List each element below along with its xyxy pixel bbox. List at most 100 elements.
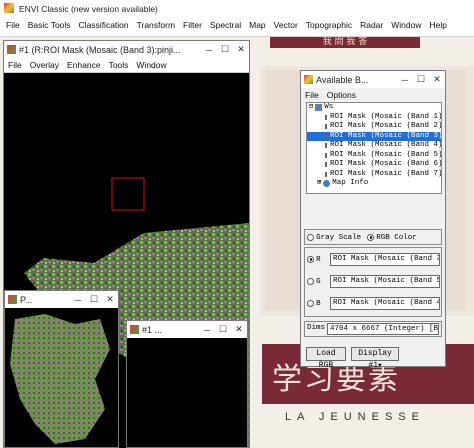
display-titlebar: #1 (R:ROI Mask (Mosaic (Band 3):pinji...… <box>4 41 249 58</box>
menu-help[interactable]: Help <box>425 20 450 30</box>
channel-r-field[interactable]: ROI Mask (Mosaic (Band 3):pi <box>330 253 440 266</box>
display-menu-file[interactable]: File <box>4 60 26 70</box>
band-item[interactable]: ROI Mask (Mosaic (Band 6):p <box>307 160 441 170</box>
rgb-color-radio[interactable] <box>367 233 375 241</box>
channel-r-radio[interactable] <box>307 255 314 263</box>
file-icon <box>315 104 323 112</box>
display-menu-tools[interactable]: Tools <box>105 60 133 70</box>
channel-g-radio[interactable] <box>307 277 314 285</box>
load-rgb-button[interactable]: Load RGB <box>306 347 346 370</box>
menu-filter[interactable]: Filter <box>179 20 206 30</box>
globe-icon <box>323 180 331 188</box>
bands-window-title: Available B... <box>316 74 369 85</box>
band-label: ROI Mask (Mosaic (Band 4):p <box>330 141 442 149</box>
menu-file[interactable]: File <box>4 20 24 30</box>
band-icon <box>325 124 327 130</box>
channel-g-label: G <box>316 278 321 286</box>
chinese-heading-top: 我 問 我 答 <box>322 37 368 47</box>
map-info-item[interactable]: ⊞ Map Info <box>307 179 441 189</box>
maximize-icon[interactable]: ☐ <box>217 44 233 55</box>
bands-menu-file[interactable]: File <box>301 90 323 100</box>
display-window-title: #1 (R:ROI Mask (Mosaic (Band 3):pinji... <box>19 44 181 55</box>
band-icon <box>325 171 327 177</box>
channel-g-field[interactable]: ROI Mask (Mosaic (Band 5):pi <box>330 275 440 288</box>
menu-topographic[interactable]: Topographic <box>302 20 356 30</box>
display-menu-enhance[interactable]: Enhance <box>63 60 105 70</box>
scroll-window-icon <box>8 295 17 304</box>
dims-row: Dims 4704 x 6667 (Integer) [BIL] <box>304 321 442 337</box>
overview-image[interactable] <box>5 309 118 448</box>
display-menubar: File Overlay Enhance Tools Window <box>4 58 249 73</box>
band-item[interactable]: ROI Mask (Mosaic (Band 4):p <box>307 141 441 151</box>
map-info-label: Map Info <box>332 179 369 187</box>
display-window-icon <box>7 45 16 54</box>
band-icon <box>325 152 327 158</box>
channel-r-option[interactable]: R <box>307 254 321 264</box>
band-item-selected[interactable]: ROI Mask (Mosaic (Band 3):p <box>307 131 442 141</box>
minimize-icon[interactable]: ─ <box>397 75 413 85</box>
close-icon[interactable]: ✕ <box>231 324 247 335</box>
menu-map[interactable]: Map <box>245 20 270 30</box>
menu-spectral[interactable]: Spectral <box>206 20 245 30</box>
band-tree-list[interactable]: ⊟ Ws ROI Mask (Mosaic (Band 1):p ROI Mas… <box>306 102 442 194</box>
tree-expand-icon[interactable]: ⊞ <box>317 179 321 189</box>
dims-value: 4704 x 6667 (Integer) [BIL] <box>327 323 439 335</box>
channel-b-option[interactable]: B <box>307 298 321 308</box>
menu-basic-tools[interactable]: Basic Tools <box>24 20 75 30</box>
channel-b-radio[interactable] <box>307 299 314 307</box>
band-label: ROI Mask (Mosaic (Band 3):p <box>330 131 442 140</box>
bands-titlebar: Available B... ─ ☐ ✕ <box>301 71 445 88</box>
close-icon[interactable]: ✕ <box>429 74 445 85</box>
band-icon <box>325 143 327 149</box>
band-item[interactable]: ROI Mask (Mosaic (Band 7):p <box>307 170 441 180</box>
menu-window[interactable]: Window <box>387 20 425 30</box>
gray-scale-label: Gray Scale <box>316 234 362 242</box>
close-icon[interactable]: ✕ <box>233 44 249 55</box>
available-bands-window: Available B... ─ ☐ ✕ File Options ⊟ Ws R… <box>300 70 446 370</box>
tree-root[interactable]: ⊟ Ws <box>307 103 441 113</box>
menu-vector[interactable]: Vector <box>270 20 302 30</box>
band-icon <box>325 133 327 139</box>
band-label: ROI Mask (Mosaic (Band 2):p <box>330 122 442 130</box>
minimize-icon[interactable]: ─ <box>70 295 86 305</box>
channel-b-field[interactable]: ROI Mask (Mosaic (Band 4):pi <box>330 297 440 310</box>
close-icon[interactable]: ✕ <box>102 294 118 305</box>
maximize-icon[interactable]: ☐ <box>86 294 102 305</box>
band-label: ROI Mask (Mosaic (Band 7):p <box>330 169 442 178</box>
envi-logo-icon <box>4 3 14 13</box>
channel-g-option[interactable]: G <box>307 276 321 286</box>
tree-root-label: Ws <box>324 103 334 111</box>
band-item[interactable]: ROI Mask (Mosaic (Band 5):p <box>307 151 441 161</box>
menu-transform[interactable]: Transform <box>133 20 179 30</box>
band-icon <box>325 162 327 168</box>
dropdown-arrow-icon: ▼ <box>378 362 382 369</box>
band-label: ROI Mask (Mosaic (Band 5):p <box>330 150 442 159</box>
gray-scale-radio[interactable] <box>307 233 314 241</box>
gray-scale-option[interactable]: Gray Scale <box>307 232 361 242</box>
zoom-window: #1 ... ─ ☐ ✕ <box>126 320 248 448</box>
tree-expand-icon[interactable]: ⊟ <box>309 103 313 113</box>
rgb-color-option[interactable]: RGB Color <box>367 232 417 242</box>
band-item[interactable]: ROI Mask (Mosaic (Band 2):p <box>307 122 441 132</box>
channel-r-label: R <box>316 256 321 264</box>
minimize-icon[interactable]: ─ <box>199 325 215 335</box>
menu-classification[interactable]: Classification <box>75 20 133 30</box>
minimize-icon[interactable]: ─ <box>201 45 217 55</box>
menu-radar[interactable]: Radar <box>356 20 387 30</box>
maximize-icon[interactable]: ☐ <box>215 324 231 335</box>
background-banner-top: 我 問 我 答 <box>270 36 420 48</box>
rgb-color-label: RGB Color <box>376 234 417 242</box>
envi-main-window: ENVI Classic (new version available) Fil… <box>0 0 474 37</box>
bands-menu-options[interactable]: Options <box>323 90 360 100</box>
mode-group: Gray Scale RGB Color <box>304 229 442 245</box>
maximize-icon[interactable]: ☐ <box>413 74 429 85</box>
zoom-window-title: #1 ... <box>142 324 163 335</box>
display-menu-overlay[interactable]: Overlay <box>26 60 63 70</box>
bands-window-icon <box>304 75 313 84</box>
band-item[interactable]: ROI Mask (Mosaic (Band 1):p <box>307 113 441 123</box>
bands-menubar: File Options <box>301 88 445 101</box>
display-select-button[interactable]: Display #1▼ <box>351 347 399 370</box>
display-menu-window[interactable]: Window <box>132 60 170 70</box>
zoom-box <box>111 177 145 211</box>
zoom-titlebar: #1 ... ─ ☐ ✕ <box>127 321 247 338</box>
